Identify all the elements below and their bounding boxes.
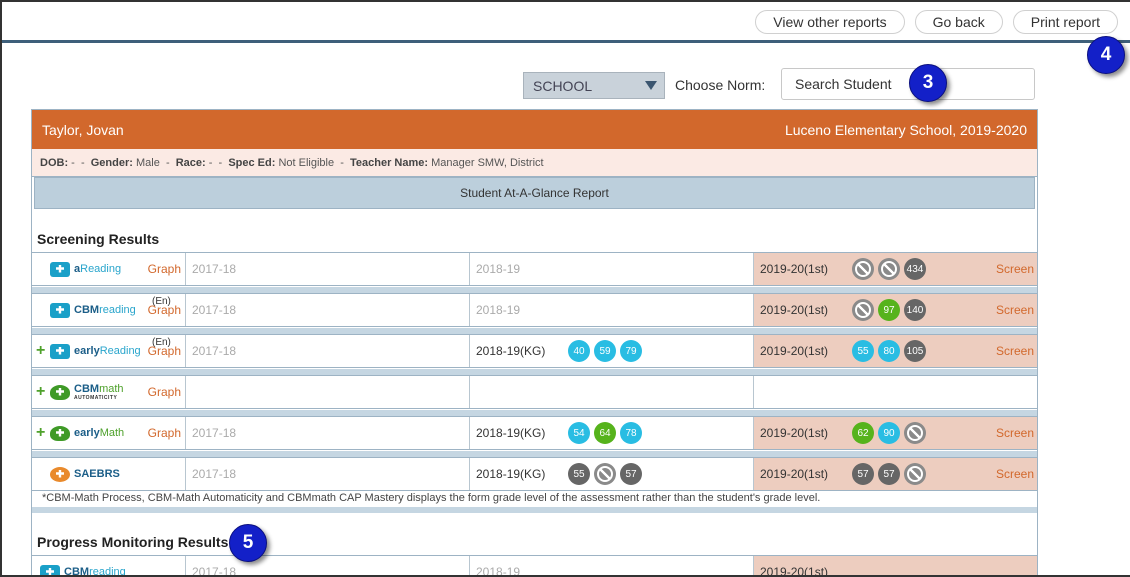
step-badge-3: 3 [909,64,947,102]
screening-section: Screening Results aReading Graph 2017-18… [32,209,1037,575]
saebrs-logo: SAEBRS [36,466,120,482]
score-badge[interactable]: 434 [904,258,926,280]
not-available-icon[interactable] [852,258,874,280]
footnote: *CBM-Math Process, CBM-Math Automaticity… [42,492,821,504]
progress-monitoring-title: Progress Monitoring Results [37,534,229,550]
score-badge[interactable]: 64 [594,422,616,444]
plus-icon: + [36,342,46,359]
print-report-button[interactable]: Print report [1012,10,1118,34]
cbmmath-automaticity-logo: + CBMmath AUTOMATICITY [36,383,124,401]
dropdown-arrow-icon [645,81,657,90]
not-available-icon[interactable] [852,299,874,321]
cbmreading-icon [50,302,70,318]
graph-link[interactable]: Graph [148,385,181,399]
school-select-value: SCHOOL [533,77,593,94]
student-name: Taylor, Jovan [42,121,124,138]
top-toolbar: View other reports Go back Print report [755,10,1118,34]
table-row: + CBMmath AUTOMATICITY Graph [32,375,1037,409]
score-badge[interactable]: 57 [620,463,642,485]
cbmreading-logo: CBMreading [36,302,136,318]
areading-icon [50,261,70,277]
header-divider [2,40,1130,43]
earlymath-icon [50,425,70,441]
student-report: Taylor, Jovan Luceno Elementary School, … [31,109,1038,575]
table-row: (En) CBMreading Graph 2017-18 2018-19 20… [32,293,1037,327]
score-badge[interactable]: 62 [852,422,874,444]
score-badge[interactable]: 59 [594,340,616,362]
not-available-icon[interactable] [594,463,616,485]
graph-link[interactable]: Graph [148,344,181,358]
report-title-bar: Student At-A-Glance Report [34,177,1035,209]
score-badge[interactable]: 80 [878,340,900,362]
score-badge[interactable]: 79 [620,340,642,362]
earlyreading-icon [50,343,70,359]
earlyreading-logo: + earlyReading [36,342,141,359]
score-badge[interactable]: 140 [904,299,926,321]
student-info: DOB: - - Gender: Male - Race: - - Spec E… [32,149,1037,177]
app-frame: View other reports Go back Print report … [0,0,1130,577]
graph-link[interactable]: Graph [148,262,181,276]
screen-link[interactable]: Screen [996,344,1034,358]
score-badge[interactable]: 55 [568,463,590,485]
table-row: + earlyMath Graph 2017-18 2018-19(KG) 54… [32,416,1037,450]
table-row: CBMreading 2017-18 2018-19 2019-20(1st) [32,555,1037,575]
not-available-icon[interactable] [904,463,926,485]
score-badge[interactable]: 57 [878,463,900,485]
screen-link[interactable]: Screen [996,426,1034,440]
not-available-icon[interactable] [904,422,926,444]
score-badge[interactable]: 97 [878,299,900,321]
plus-icon: + [36,424,46,441]
choose-norm-label: Choose Norm: [675,77,766,93]
go-back-button[interactable]: Go back [914,10,1003,34]
cbmmath-icon [50,384,70,400]
areading-logo: aReading [36,261,121,277]
not-available-icon[interactable] [878,258,900,280]
search-student-input[interactable] [781,68,1035,100]
score-badge[interactable]: 57 [852,463,874,485]
screening-results-title: Screening Results [37,231,160,247]
school-year: Luceno Elementary School, 2019-2020 [784,121,1027,138]
graph-link[interactable]: Graph [148,303,181,317]
cbmreading-icon [40,564,60,575]
score-badge[interactable]: 40 [568,340,590,362]
screen-link[interactable]: Screen [996,467,1034,481]
step-badge-5: 5 [229,524,267,562]
school-select[interactable]: SCHOOL [523,72,665,99]
table-row: (En) + earlyReading Graph 2017-18 2018-1… [32,334,1037,368]
score-badge[interactable]: 90 [878,422,900,444]
cbmreading-logo: CBMreading [36,564,126,575]
step-badge-4: 4 [1087,36,1125,74]
score-badge[interactable]: 78 [620,422,642,444]
score-badge[interactable]: 54 [568,422,590,444]
saebrs-icon [50,466,70,482]
plus-icon: + [36,383,46,400]
view-other-reports-button[interactable]: View other reports [755,10,905,34]
score-badge[interactable]: 105 [904,340,926,362]
score-badge[interactable]: 55 [852,340,874,362]
table-row: SAEBRS 2017-18 2018-19(KG) 55 57 2019-20… [32,457,1037,491]
table-row: aReading Graph 2017-18 2018-19 2019-20(1… [32,252,1037,286]
graph-link[interactable]: Graph [148,426,181,440]
screen-link[interactable]: Screen [996,303,1034,317]
earlymath-logo: + earlyMath [36,424,125,441]
student-header: Taylor, Jovan Luceno Elementary School, … [32,110,1037,149]
screen-link[interactable]: Screen [996,262,1034,276]
